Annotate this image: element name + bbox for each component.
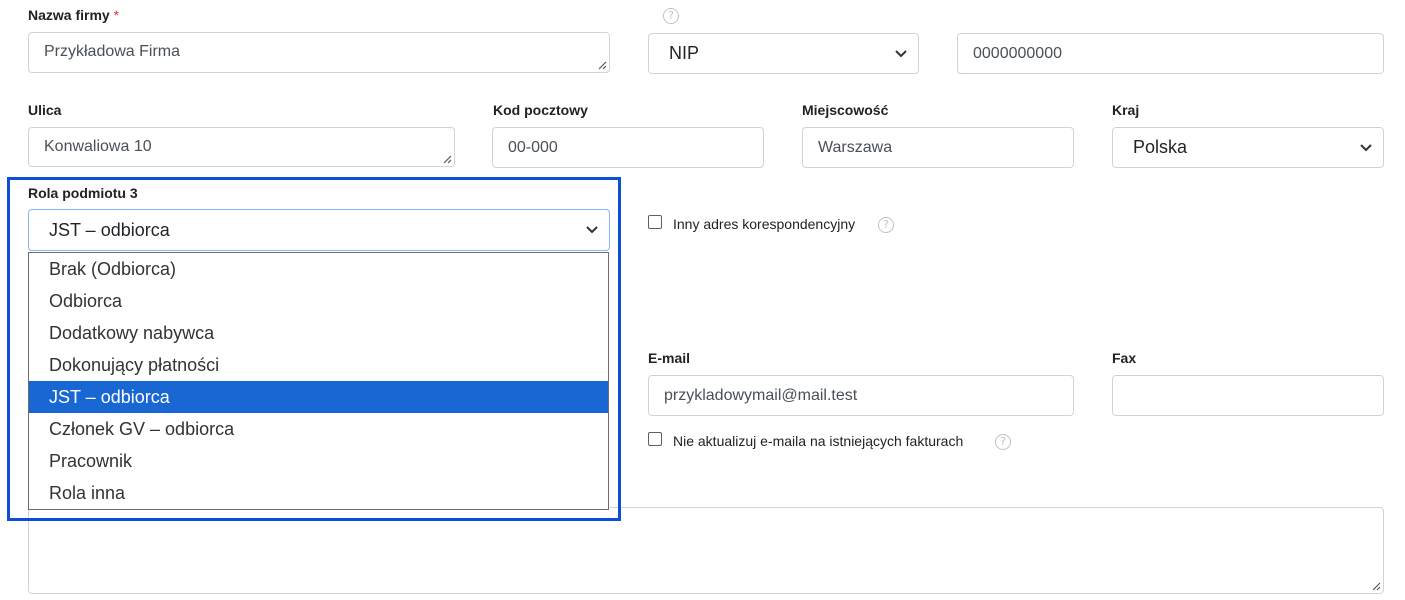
email-input[interactable]: przykladowymail@mail.test xyxy=(648,375,1074,416)
correspondence-label: Inny adres korespondencyjny xyxy=(673,216,856,232)
street-label: Ulica xyxy=(28,102,62,118)
id-number-value: 0000000000 xyxy=(973,44,1062,62)
postal-code-label: Kod pocztowy xyxy=(493,102,588,118)
street-textarea[interactable]: Konwaliowa 10 xyxy=(28,127,455,167)
no-update-email-label: Nie aktualizuj e-maila na istniejących f… xyxy=(673,433,964,449)
correspondence-checkbox[interactable] xyxy=(648,215,662,229)
resize-grip-icon[interactable] xyxy=(443,155,452,164)
highlight-box xyxy=(7,177,621,521)
email-value: przykladowymail@mail.test xyxy=(664,386,858,404)
city-label: Miejscowość xyxy=(802,102,889,118)
fax-label: Fax xyxy=(1112,350,1137,366)
company-name-textarea[interactable]: Przykładowa Firma xyxy=(28,32,610,73)
resize-grip-icon[interactable] xyxy=(1372,582,1381,591)
city-value: Warszawa xyxy=(818,138,893,156)
postal-code-value: 00-000 xyxy=(508,138,558,156)
id-number-input[interactable]: 0000000000 xyxy=(957,33,1384,74)
resize-grip-icon[interactable] xyxy=(598,61,607,70)
country-select[interactable]: Polska xyxy=(1112,127,1384,168)
id-type-select[interactable]: NIP xyxy=(648,33,919,74)
help-icon[interactable]: ? xyxy=(995,434,1011,450)
id-type-selected: NIP xyxy=(669,43,700,63)
postal-code-input[interactable]: 00-000 xyxy=(492,127,764,168)
company-name-value: Przykładowa Firma xyxy=(44,43,181,60)
help-icon[interactable]: ? xyxy=(878,217,894,233)
required-mark: * xyxy=(113,7,120,23)
email-label: E-mail xyxy=(648,350,691,366)
city-input[interactable]: Warszawa xyxy=(802,127,1074,168)
chevron-down-icon xyxy=(895,49,907,57)
no-update-email-checkbox[interactable] xyxy=(648,432,662,446)
street-value: Konwaliowa 10 xyxy=(44,138,152,155)
country-label: Kraj xyxy=(1112,102,1140,118)
help-icon[interactable]: ? xyxy=(663,8,679,24)
fax-input[interactable] xyxy=(1112,375,1384,416)
company-name-label: Nazwa firmy * xyxy=(28,7,120,23)
country-selected: Polska xyxy=(1133,137,1188,157)
chevron-down-icon xyxy=(1360,143,1372,151)
